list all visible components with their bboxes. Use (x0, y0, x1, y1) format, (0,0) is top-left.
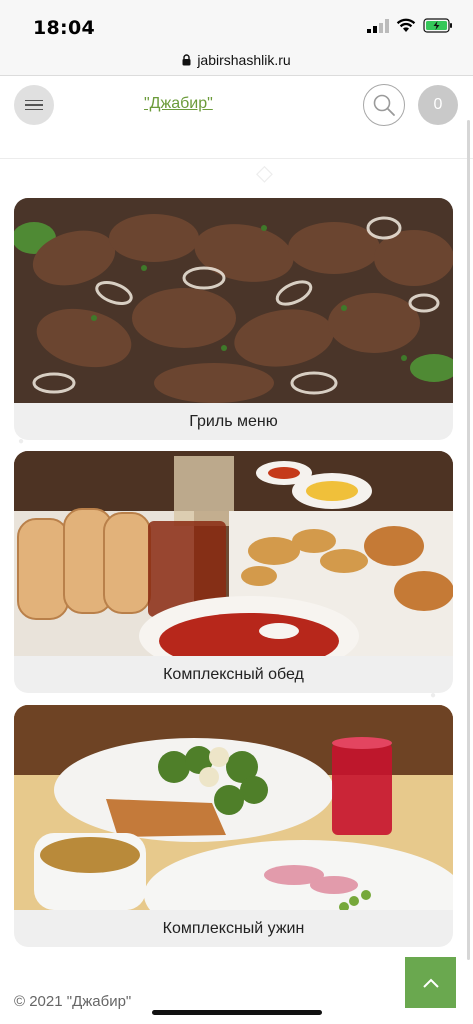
footer-copyright: © 2021 "Джабир" (14, 993, 132, 1010)
hamburger-menu-button[interactable] (14, 85, 54, 125)
grill-menu-image (14, 198, 453, 403)
home-indicator[interactable] (152, 1010, 322, 1015)
decorative-diamond-icon: ◇ (256, 160, 273, 185)
brand-link[interactable]: "Джабир" (144, 95, 213, 113)
business-dinner-image (14, 705, 453, 910)
site-header: "Джабир" 0 (0, 77, 473, 159)
status-time: 18:04 (33, 17, 95, 39)
business-lunch-image (14, 451, 453, 656)
page-scrollbar[interactable] (467, 120, 470, 960)
category-card-grill[interactable]: Гриль меню (14, 198, 453, 440)
category-card-dinner[interactable]: Комплексный ужин (14, 705, 453, 947)
search-button[interactable] (363, 84, 405, 126)
category-label: Гриль меню (189, 412, 278, 430)
cellular-signal-icon (367, 18, 389, 33)
lock-icon (182, 53, 191, 65)
hamburger-line (25, 108, 43, 111)
browser-url-bar[interactable]: jabirshashlik.ru (0, 44, 473, 76)
category-label: Комплексный ужин (162, 919, 305, 937)
cart-count-button[interactable]: 0 (418, 85, 458, 125)
hamburger-line (25, 104, 43, 106)
wifi-icon (396, 18, 416, 32)
battery-charging-icon (423, 18, 452, 33)
category-label: Комплексный обед (163, 665, 304, 683)
status-icons (367, 18, 453, 33)
chevron-up-icon (422, 978, 439, 988)
url-text: jabirshashlik.ru (197, 51, 291, 68)
status-bar: 18:04 (0, 0, 473, 44)
scroll-to-top-button[interactable] (405, 957, 456, 1008)
search-icon (373, 94, 395, 116)
category-card-lunch[interactable]: Комплексный обед (14, 451, 453, 693)
hamburger-menu-icon (25, 99, 43, 102)
